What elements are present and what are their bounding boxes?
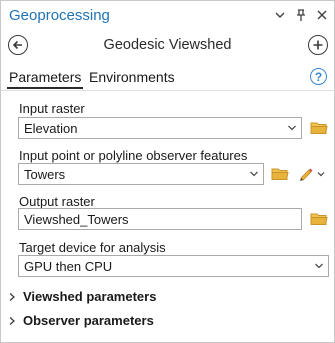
chevron-down-icon bbox=[315, 263, 323, 269]
output-raster-value: Viewshed_Towers bbox=[24, 212, 129, 227]
tab-environments[interactable]: Environments bbox=[89, 69, 175, 85]
tab-parameters[interactable]: Parameters bbox=[9, 69, 81, 85]
input-raster-value: Elevation bbox=[24, 121, 78, 136]
add-button[interactable] bbox=[308, 35, 328, 55]
chevron-down-icon bbox=[250, 171, 258, 177]
input-raster-label: Input raster bbox=[19, 101, 85, 116]
edit-pencil-icon[interactable] bbox=[297, 164, 315, 182]
pane-title: Geoprocessing bbox=[9, 7, 110, 24]
viewshed-parameters-label: Viewshed parameters bbox=[23, 289, 157, 304]
target-device-value: GPU then CPU bbox=[24, 259, 113, 274]
viewshed-parameters-section[interactable]: Viewshed parameters bbox=[7, 289, 156, 304]
browse-folder-icon[interactable] bbox=[271, 167, 289, 181]
pin-icon[interactable] bbox=[295, 8, 307, 22]
expand-arrow-icon bbox=[9, 292, 15, 301]
geoprocessing-pane: Geoprocessing Geodesic Viewshed Paramete… bbox=[0, 0, 335, 343]
target-device-dropdown[interactable]: GPU then CPU bbox=[18, 255, 329, 277]
active-tab-underline bbox=[7, 87, 83, 89]
help-icon[interactable]: ? bbox=[310, 68, 327, 85]
browse-folder-icon[interactable] bbox=[310, 212, 328, 226]
observer-parameters-section[interactable]: Observer parameters bbox=[7, 313, 154, 328]
tab-strip: Parameters Environments ? bbox=[1, 65, 334, 91]
chevron-down-icon bbox=[288, 125, 296, 131]
plus-icon bbox=[313, 40, 323, 50]
close-icon[interactable] bbox=[316, 8, 328, 22]
input-raster-dropdown[interactable]: Elevation bbox=[18, 117, 302, 139]
tab-divider bbox=[1, 90, 334, 91]
target-device-label: Target device for analysis bbox=[19, 240, 166, 255]
pane-options-icon[interactable] bbox=[274, 8, 286, 22]
title-bar-controls bbox=[274, 8, 328, 22]
observer-parameters-label: Observer parameters bbox=[23, 313, 154, 328]
observer-features-value: Towers bbox=[24, 167, 66, 182]
tool-title: Geodesic Viewshed bbox=[103, 37, 232, 53]
output-raster-input[interactable]: Viewshed_Towers bbox=[18, 208, 302, 230]
expand-arrow-icon bbox=[9, 316, 15, 325]
observer-features-dropdown[interactable]: Towers bbox=[18, 163, 264, 185]
edit-options-chevron-icon[interactable] bbox=[317, 170, 325, 178]
output-raster-label: Output raster bbox=[19, 194, 95, 209]
browse-folder-icon[interactable] bbox=[310, 121, 328, 135]
observer-features-label: Input point or polyline observer feature… bbox=[19, 148, 248, 163]
tool-header: Geodesic Viewshed bbox=[1, 32, 334, 60]
title-bar: Geoprocessing bbox=[1, 1, 334, 32]
